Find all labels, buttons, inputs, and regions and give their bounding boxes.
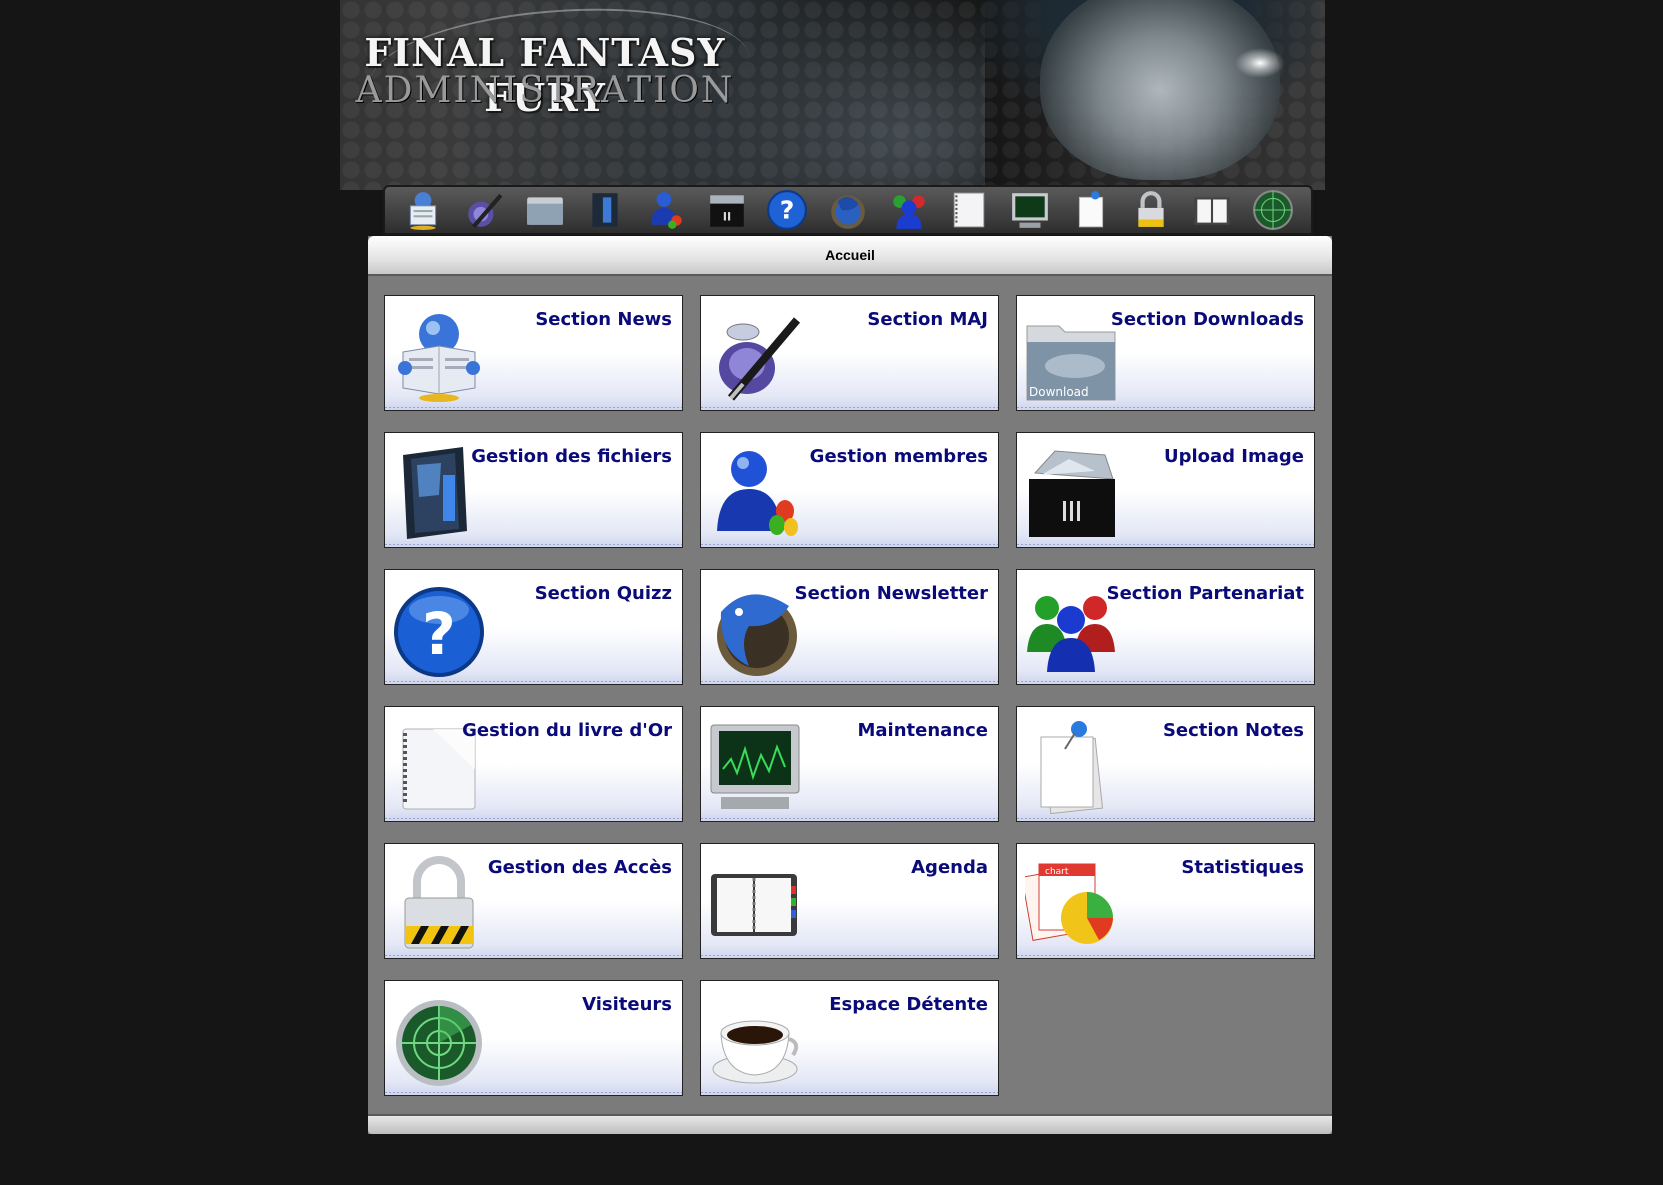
card-label: Section Notes	[1162, 720, 1304, 741]
card-agenda[interactable]: Agenda	[700, 843, 999, 959]
card-section-partenariat[interactable]: Section Partenariat	[1016, 569, 1315, 685]
members-icon	[651, 192, 682, 229]
card-label: Section Downloads	[1110, 309, 1304, 330]
lock-icon	[404, 856, 474, 949]
news-icon	[410, 192, 437, 230]
card-label: Section News	[535, 309, 672, 330]
download-folder-icon: Download	[1026, 325, 1116, 401]
radar-icon	[396, 1000, 482, 1086]
card-label: Statistiques	[1181, 857, 1304, 878]
card-gestion-livre-or[interactable]: Gestion du livre d'Or	[384, 706, 683, 822]
toolbar-partners[interactable]	[888, 189, 930, 231]
card-label: Section Quizz	[534, 583, 672, 604]
card-label: Section Partenariat	[1106, 583, 1304, 604]
card-section-quizz[interactable]: ? Section Quizz	[384, 569, 683, 685]
banner-character-face	[1040, 0, 1280, 180]
pen-icon	[468, 193, 503, 229]
newsletter-icon	[831, 195, 865, 229]
lock-icon	[1138, 191, 1164, 227]
note-icon	[1040, 721, 1104, 815]
toolbar-downloads[interactable]	[524, 189, 566, 231]
card-section-maj[interactable]: Section MAJ	[700, 295, 999, 411]
newsletter-icon	[717, 594, 797, 676]
card-label: Agenda	[911, 857, 988, 878]
card-section-newsletter[interactable]: Section Newsletter	[700, 569, 999, 685]
toolbar-newsletter[interactable]	[827, 189, 869, 231]
card-section-notes[interactable]: Section Notes	[1016, 706, 1315, 822]
note-icon	[1078, 191, 1103, 228]
card-label: Maintenance	[857, 720, 988, 741]
toolbar-members[interactable]	[645, 189, 687, 231]
panel-footer	[368, 1114, 1332, 1134]
agenda-icon	[711, 874, 797, 936]
file-folder-icon	[592, 193, 618, 227]
card-label: Section MAJ	[867, 309, 988, 330]
card-label: Visiteurs	[582, 994, 672, 1015]
toolbar-news[interactable]	[402, 189, 444, 231]
help-icon: ?	[767, 190, 808, 230]
card-espace-detente[interactable]: Espace Détente	[700, 980, 999, 1096]
card-label: Gestion du livre d'Or	[462, 720, 672, 741]
toolbar-maj[interactable]	[463, 189, 505, 231]
admin-toolbar: ?	[383, 185, 1313, 235]
admin-sections-grid: Section News Section MAJ Download Sectio…	[384, 295, 1315, 1096]
main-panel: Accueil Section News Section MAJ Downloa…	[368, 236, 1332, 1134]
upload-icon	[1029, 450, 1115, 537]
card-label: Section Newsletter	[794, 583, 988, 604]
members-icon	[717, 451, 798, 536]
card-label: Upload Image	[1163, 446, 1304, 467]
upload-icon	[709, 195, 744, 227]
chart-icon: chart	[1021, 863, 1113, 944]
banner-light-flare	[1235, 48, 1285, 78]
pen-icon	[719, 317, 801, 401]
card-label: Gestion des Accès	[487, 857, 672, 878]
toolbar-maintenance[interactable]	[1009, 189, 1051, 231]
partners-icon	[892, 195, 925, 229]
card-statistiques[interactable]: chart Statistiques	[1016, 843, 1315, 959]
monitor-icon	[710, 724, 800, 809]
card-visiteurs[interactable]: Visiteurs	[384, 980, 683, 1096]
card-gestion-acces[interactable]: Gestion des Accès	[384, 843, 683, 959]
monitor-icon	[1012, 193, 1048, 228]
toolbar-guestbook[interactable]	[948, 189, 990, 231]
notebook-icon	[954, 192, 985, 228]
panel-title: Accueil	[368, 236, 1332, 276]
toolbar-upload[interactable]	[706, 189, 748, 231]
coffee-icon	[712, 1020, 799, 1084]
card-gestion-fichiers[interactable]: Gestion des fichiers	[384, 432, 683, 548]
card-label: Gestion des fichiers	[471, 446, 672, 467]
download-icon-text: Download	[1029, 385, 1089, 399]
card-label: Espace Détente	[829, 994, 988, 1015]
card-label: Gestion membres	[809, 446, 988, 467]
radar-icon	[1252, 190, 1293, 230]
chart-icon-text: chart	[1045, 867, 1069, 877]
card-section-news[interactable]: Section News	[384, 295, 683, 411]
download-folder-icon	[526, 197, 563, 225]
toolbar-files[interactable]	[584, 189, 626, 231]
news-icon	[398, 314, 480, 402]
card-section-downloads[interactable]: Download Section Downloads	[1016, 295, 1315, 411]
toolbar-notes[interactable]	[1070, 189, 1112, 231]
card-upload-image[interactable]: Upload Image	[1016, 432, 1315, 548]
card-maintenance[interactable]: Maintenance	[700, 706, 999, 822]
toolbar-access[interactable]	[1130, 189, 1172, 231]
toolbar-agenda[interactable]	[1191, 189, 1233, 231]
card-gestion-membres[interactable]: Gestion membres	[700, 432, 999, 548]
header-banner: FINAL FANTASY FURY ADMINISTRATION	[340, 0, 1325, 190]
svg-text:?: ?	[780, 195, 795, 224]
site-logo-subtitle: ADMINISTRATION	[355, 70, 735, 111]
help-icon: ?	[394, 587, 484, 677]
toolbar-quizz[interactable]: ?	[766, 189, 808, 231]
toolbar-visitors[interactable]	[1252, 189, 1294, 231]
agenda-icon	[1194, 197, 1230, 225]
svg-text:?: ?	[422, 600, 456, 668]
partners-icon	[1027, 596, 1115, 672]
